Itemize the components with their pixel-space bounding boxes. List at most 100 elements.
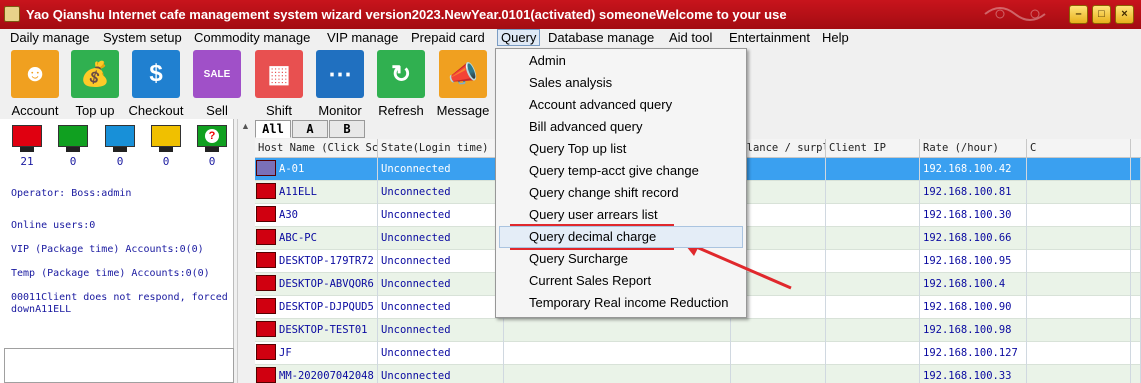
host-name-cell: ABC-PC <box>255 227 378 250</box>
dollar-icon: $ <box>132 50 180 98</box>
empty-cell <box>1131 250 1141 273</box>
status-count: 0 <box>162 155 170 168</box>
menu-database-manage[interactable]: Database manage <box>548 30 654 45</box>
menu-item-query-surcharge[interactable]: Query Surcharge <box>529 251 628 266</box>
state-cell: Unconnected <box>378 158 504 181</box>
menu-bar: Daily manage System setup Commodity manage… <box>0 29 1141 47</box>
menu-item-sales-analysis[interactable]: Sales analysis <box>529 75 612 90</box>
status-monitor-icon[interactable]: ? 0 <box>197 125 227 168</box>
menu-item-current-sales-report[interactable]: Current Sales Report <box>529 273 651 288</box>
menu-item-query-decimal-charge[interactable]: Query decimal charge <box>529 229 656 244</box>
checkout-button[interactable]: $ Checkout <box>125 50 187 118</box>
menu-item-temporary-real-income-reduction[interactable]: Temporary Real income Reduction <box>529 295 728 310</box>
menu-item-query-user-arrears-list[interactable]: Query user arrears list <box>529 207 658 222</box>
table-row[interactable]: DESKTOP-TEST01 Unconnected 192.168.100.98 <box>255 319 1141 342</box>
tab-b[interactable]: B <box>329 120 365 138</box>
state-cell: Unconnected <box>378 181 504 204</box>
menu-item-query-top-up-list[interactable]: Query Top up list <box>529 141 626 156</box>
sell-button[interactable]: SALE Sell <box>186 50 248 118</box>
tab-a[interactable]: A <box>292 120 328 138</box>
megaphone-icon: 📣 <box>439 50 487 98</box>
empty-cell <box>504 365 731 383</box>
left-scrollbar[interactable]: ▲ <box>237 119 253 383</box>
decoration-pattern <box>984 7 1046 21</box>
empty-cell <box>826 227 920 250</box>
column-header[interactable]: C <box>1027 139 1131 158</box>
menu-system-setup[interactable]: System setup <box>103 30 182 45</box>
menu-item-query-temp-acct-give-change[interactable]: Query temp-acct give change <box>529 163 699 178</box>
host-name-cell: DESKTOP-DJPQUD5 <box>255 296 378 319</box>
refresh-icon: ↻ <box>377 50 425 98</box>
host-name-cell: A11ELL <box>255 181 378 204</box>
empty-cell <box>731 319 826 342</box>
menu-help[interactable]: Help <box>822 30 849 45</box>
menu-daily-manage[interactable]: Daily manage <box>10 30 90 45</box>
menu-entertainment[interactable]: Entertainment <box>729 30 810 45</box>
temp-accounts-label: Temp (Package time) Accounts:0(0) <box>11 268 210 279</box>
state-cell: Unconnected <box>378 204 504 227</box>
menu-aid-tool[interactable]: Aid tool <box>669 30 712 45</box>
empty-cell <box>1131 227 1141 250</box>
column-header[interactable]: Rate (/hour) <box>920 139 1027 158</box>
minimize-button[interactable]: – <box>1069 5 1088 24</box>
shift-button[interactable]: ▦ Shift <box>248 50 310 118</box>
empty-cell <box>1027 227 1131 250</box>
host-name-cell: JF <box>255 342 378 365</box>
top-up-button[interactable]: 💰 Top up <box>64 50 126 118</box>
scroll-up-icon[interactable]: ▲ <box>241 121 250 131</box>
empty-cell <box>1131 365 1141 383</box>
status-count: 0 <box>116 155 124 168</box>
status-count: 21 <box>20 155 34 168</box>
tab-all[interactable]: All <box>255 120 291 138</box>
menu-item-account-advanced-query[interactable]: Account advanced query <box>529 97 672 112</box>
client-ip-cell: 192.168.100.30 <box>920 204 1027 227</box>
column-header[interactable]: Host Name (Click Sc <box>255 139 378 158</box>
sale-tag-icon: SALE <box>193 50 241 98</box>
refresh-button[interactable]: ↻ Refresh <box>370 50 432 118</box>
message-log-box[interactable] <box>4 348 234 383</box>
empty-cell <box>1027 158 1131 181</box>
empty-cell <box>826 365 920 383</box>
empty-cell <box>731 365 826 383</box>
column-header[interactable]: Client IP <box>826 139 920 158</box>
table-row[interactable]: JF Unconnected 192.168.100.127 <box>255 342 1141 365</box>
menu-vip-manage[interactable]: VIP manage <box>327 30 398 45</box>
message-button[interactable]: 📣 Message <box>432 50 494 118</box>
status-monitor-icon[interactable]: 0 <box>151 125 181 168</box>
empty-cell <box>826 181 920 204</box>
chat-icon: ⋯ <box>316 50 364 98</box>
state-cell: Unconnected <box>378 296 504 319</box>
menu-query[interactable]: Query <box>497 29 541 46</box>
close-button[interactable]: × <box>1115 5 1134 24</box>
status-monitor-icon[interactable]: 0 <box>58 125 88 168</box>
table-row[interactable]: MM-202007042048 Unconnected 192.168.100.33 <box>255 365 1141 383</box>
status-monitor-icon[interactable]: 21 <box>12 125 42 168</box>
empty-cell <box>1027 204 1131 227</box>
menu-commodity-manage[interactable]: Commodity manage <box>194 30 310 45</box>
menu-item-admin[interactable]: Admin <box>529 53 566 68</box>
status-monitor-icon[interactable]: 0 <box>105 125 135 168</box>
client-ip-cell: 192.168.100.42 <box>920 158 1027 181</box>
maximize-button[interactable]: □ <box>1092 5 1111 24</box>
empty-cell <box>1027 296 1131 319</box>
menu-prepaid-card[interactable]: Prepaid card <box>411 30 485 45</box>
empty-cell <box>1131 204 1141 227</box>
menu-item-query-change-shift-record[interactable]: Query change shift record <box>529 185 679 200</box>
menu-item-bill-advanced-query[interactable]: Bill advanced query <box>529 119 642 134</box>
empty-cell <box>826 158 920 181</box>
window-title: Yao Qianshu Internet cafe management sys… <box>26 7 787 22</box>
empty-cell <box>1027 273 1131 296</box>
empty-cell <box>826 250 920 273</box>
empty-cell <box>504 319 731 342</box>
operator-label: Operator: Boss:admin <box>11 188 132 199</box>
money-bag-icon: 💰 <box>71 50 119 98</box>
online-users-label: Online users:0 <box>11 220 96 231</box>
account-button[interactable]: ☻ Account <box>4 50 66 118</box>
app-icon <box>4 6 20 22</box>
host-name-cell: DESKTOP-TEST01 <box>255 319 378 342</box>
empty-cell <box>731 342 826 365</box>
column-header[interactable]: State(Login time) <box>378 139 504 158</box>
empty-cell <box>1131 273 1141 296</box>
host-name-cell: A-01 <box>255 158 378 181</box>
monitor-button[interactable]: ⋯ Monitor <box>309 50 371 118</box>
